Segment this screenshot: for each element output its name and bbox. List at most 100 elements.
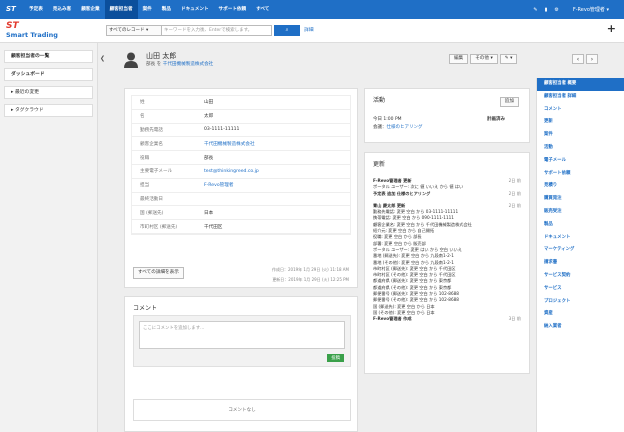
- related-nav-item[interactable]: 販売受注: [537, 206, 624, 219]
- details-fields: 姓 山田名 太郎 勤務先電話 03-1111-11111 顧客企業名 千代田機械製造株式会社…: [131, 95, 351, 235]
- related-nav-item[interactable]: 更新: [537, 116, 624, 129]
- related-nav-item[interactable]: 納入業者: [537, 321, 624, 334]
- topnav-item[interactable]: サポート依頼: [214, 0, 252, 19]
- field-row: 名 太郎: [132, 110, 350, 124]
- related-nav-item[interactable]: コメント: [537, 104, 624, 117]
- related-nav-item[interactable]: 活動: [537, 142, 624, 155]
- brand-logo[interactable]: ST Smart Trading: [6, 21, 58, 39]
- update-text: ポータル ユーザー: 次に 値 いいえ から 値 はい: [373, 184, 464, 190]
- field-label: 名: [140, 114, 145, 120]
- activity-panel: 活動 追加 今日 1:00 PM 計画済み 会議： 仕様のヒアリング: [364, 88, 530, 143]
- search-input[interactable]: キーワードを入力後、Enterで検索します。: [162, 25, 272, 36]
- field-row: 最終活動日: [132, 193, 350, 207]
- activity-time: 今日 1:00 PM: [373, 117, 402, 122]
- field-row: 国 (郵送先) 日本: [132, 206, 350, 221]
- activity-link[interactable]: 仕様のヒアリング: [387, 124, 423, 130]
- related-nav-item[interactable]: 案件: [537, 129, 624, 142]
- updates-title: 更新: [373, 161, 386, 168]
- global-search: すべてのレコード ▾ キーワードを入力後、Enterで検索します。 ⌕ 詳細: [106, 25, 314, 36]
- related-nav-item[interactable]: 見積り: [537, 180, 624, 193]
- updates-list: 2日 前 F-Revo管理者 更新 ポータル ユーザー: 次に 値 いいえ から 値…: [365, 178, 529, 323]
- related-nav-item[interactable]: 請求書: [537, 257, 624, 270]
- user-menu[interactable]: F-Revo管理者 ▾: [566, 6, 609, 13]
- update-text: 番地 (郵送先): 変更 空白 から 九段南1-2-1: [373, 253, 454, 259]
- update-text: 番地 (その他): 変更 空白 から 九段南1-2-1: [373, 259, 454, 265]
- collapse-sidebar-icon[interactable]: ❮: [100, 55, 105, 62]
- field-label: 顧客企業名: [140, 141, 163, 147]
- stats-icon[interactable]: ▮: [545, 7, 548, 13]
- sidebar-item-contact-list[interactable]: 顧客担当者の一覧: [4, 50, 93, 63]
- search-button[interactable]: ⌕: [274, 25, 300, 36]
- pencil-icon[interactable]: ✎: [533, 7, 537, 13]
- related-nav-item[interactable]: 購買発注: [537, 193, 624, 206]
- field-value[interactable]: 千代田機械製造株式会社: [204, 141, 255, 147]
- update-text: F-Revo管理者 作成: [373, 316, 412, 322]
- related-nav-item[interactable]: サービス契約: [537, 270, 624, 283]
- activity-item[interactable]: 今日 1:00 PM 計画済み: [365, 116, 529, 122]
- edit-button[interactable]: 編集: [449, 54, 469, 64]
- field-row: 顧客企業名 千代田機械製造株式会社: [132, 137, 350, 152]
- more-button[interactable]: その他 ▾: [470, 54, 498, 64]
- related-nav-item[interactable]: サービス: [537, 283, 624, 296]
- topnav-item[interactable]: 予定表: [24, 0, 48, 19]
- related-nav-item[interactable]: マーケティング: [537, 244, 624, 257]
- field-value: 山田: [204, 100, 214, 106]
- next-record-button[interactable]: ›: [586, 54, 598, 64]
- update-text: 国 (その他): 変更 空白 から 日本: [373, 309, 435, 315]
- sidebar-item-label: 最近の変更: [14, 90, 39, 95]
- field-label: 国 (郵送先): [140, 210, 164, 216]
- related-nav-item[interactable]: 顧客担当者 概要: [537, 78, 624, 91]
- sidebar-item-dashboard[interactable]: ダッシュボード: [4, 68, 93, 81]
- record-company-link[interactable]: 千代田機械製造株式会社: [163, 62, 214, 67]
- update-line: 3日 前 F-Revo管理者 作成: [365, 316, 529, 322]
- home-logo-icon[interactable]: ST: [6, 5, 16, 15]
- related-nav-item[interactable]: ドキュメント: [537, 232, 624, 245]
- update-text: 都道府県 (郵送先): 変更 空白 から 東京都: [373, 278, 452, 284]
- topnav-item[interactable]: 顧客担当者: [104, 0, 138, 19]
- related-nav-item[interactable]: 資産: [537, 308, 624, 321]
- update-text: 青山 慶太郎 更新: [373, 202, 406, 208]
- created-date: 作成日：2019年 1月 29日 (火) 11:18 AM: [271, 267, 349, 272]
- comment-input[interactable]: ここにコメントを追加します...: [139, 321, 345, 349]
- tools-button[interactable]: ✎ ▾: [499, 54, 518, 64]
- update-text: F-Revo管理者 更新: [373, 178, 412, 183]
- topnav-item[interactable]: 見込み客: [48, 0, 76, 19]
- gear-icon[interactable]: ⚙: [554, 7, 558, 13]
- comment-box: ここにコメントを追加します... 投稿: [133, 315, 351, 367]
- activity-label: 会議：: [373, 125, 387, 130]
- activity-status: 計画済み: [487, 117, 505, 122]
- prev-record-button[interactable]: ‹: [572, 54, 584, 64]
- add-activity-button[interactable]: 追加: [499, 97, 519, 107]
- record-subtitle: 部長 を 千代田機械製造株式会社: [146, 61, 213, 67]
- related-nav-item[interactable]: 顧客担当者 詳細: [537, 91, 624, 104]
- related-nav-item[interactable]: プロジェクト: [537, 296, 624, 309]
- post-comment-button[interactable]: 投稿: [327, 354, 344, 362]
- advanced-search-link[interactable]: 詳細: [304, 25, 314, 36]
- update-text: 携帯電話: 変更 空白 から 090-1111-1111: [373, 215, 454, 221]
- top-navbar: ST 予定表 見込み客 顧客企業 顧客担当者 案件 製品 ドキュメント サポート依頼 すべて ✎…: [0, 0, 624, 19]
- field-value[interactable]: F-Revo管理者: [204, 182, 233, 188]
- no-comments-message: コメントなし: [133, 399, 351, 421]
- field-value[interactable]: test@thinkingreed.co.jp: [204, 169, 259, 174]
- update-text: ポータル ユーザー: 変更 はい から 空白 いいえ: [373, 246, 462, 252]
- related-nav-item[interactable]: サポート依頼: [537, 168, 624, 181]
- sidebar-item-label: タグクラウド: [14, 108, 44, 113]
- sidebar-item-tag-cloud[interactable]: ▸ タグクラウド: [4, 104, 93, 117]
- topnav-item[interactable]: すべて: [251, 0, 274, 19]
- topnav-item[interactable]: 顧客企業: [76, 0, 104, 19]
- record-actions: 編集 その他 ▾ ✎ ▾: [449, 54, 519, 64]
- update-text: 国 (郵送先): 変更 空白 から 日本: [373, 303, 435, 309]
- topnav-item[interactable]: 案件: [138, 0, 157, 19]
- show-all-details-button[interactable]: すべての詳細を表示: [133, 267, 184, 279]
- related-nav-item[interactable]: 製品: [537, 219, 624, 232]
- related-nav-item[interactable]: 電子メール: [537, 155, 624, 168]
- quick-create-icon[interactable]: +: [607, 22, 616, 35]
- sidebar-item-recent-changes[interactable]: ▸ 最近の変更: [4, 86, 93, 99]
- avatar-icon: [124, 52, 138, 68]
- update-date: 3日 前: [508, 316, 521, 322]
- topnav-item[interactable]: 製品: [157, 0, 176, 19]
- topnav-item[interactable]: ドキュメント: [176, 0, 214, 19]
- update-text: 市町村区 (郵送先): 変更 空白 から 千代田区: [373, 265, 456, 271]
- search-scope-select[interactable]: すべてのレコード ▾: [106, 25, 162, 36]
- update-date: 2日 前: [508, 202, 521, 208]
